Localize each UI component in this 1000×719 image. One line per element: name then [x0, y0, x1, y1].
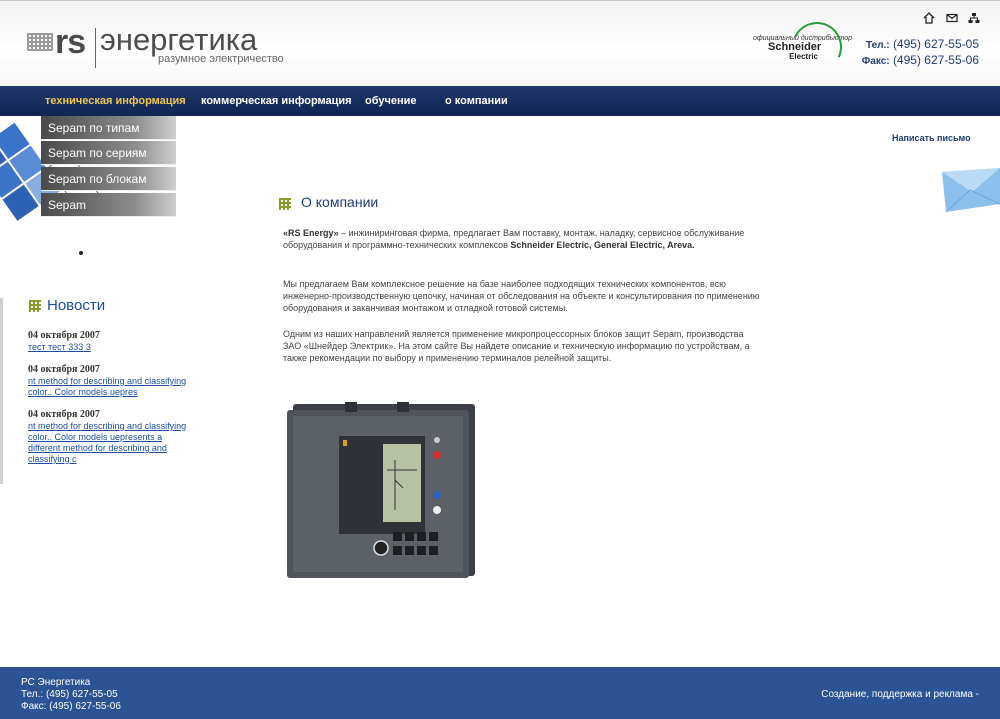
about-grid-icon — [279, 198, 291, 210]
sepam-device-image — [287, 402, 475, 578]
news-date: 04 октября 2007 — [28, 409, 100, 420]
sitemap-icon[interactable] — [968, 12, 980, 24]
news-grid-icon — [29, 300, 41, 312]
nav-commercial-info[interactable]: коммерческая информация — [201, 95, 352, 107]
news-link[interactable]: nt method for describing and classifying… — [28, 421, 188, 465]
footer-company: РС Энергетика — [21, 677, 91, 688]
left-rule — [0, 298, 3, 484]
submenu-sepam[interactable]: Sepam — [41, 193, 176, 217]
envelope-icon[interactable] — [942, 168, 1000, 212]
brand-line1: Schneider — [768, 41, 822, 53]
company-name: «RS Energy» — [283, 228, 339, 238]
about-title: О компании — [301, 194, 379, 210]
submenu-sepam-types[interactable]: Sepam по типам — [41, 116, 176, 140]
logo-tagline: разумное электричество — [158, 53, 284, 65]
fax-label: Факс: — [861, 56, 890, 67]
footer-credit-link[interactable]: Создание, поддержка и реклама - — [821, 689, 979, 700]
footer-fax: Факс: (495) 627-55-06 — [21, 701, 121, 712]
news-link[interactable]: nt method for describing and classifying… — [28, 376, 188, 398]
header-contacts: Тел.: (495) 627-55-05 Факс: (495) 627-55… — [862, 37, 979, 69]
home-icon[interactable] — [923, 12, 935, 24]
mail-icon[interactable] — [946, 12, 958, 24]
news-title: Новости — [47, 297, 106, 314]
phone-label: Тел.: — [865, 40, 890, 51]
nav-tech-info[interactable]: техническая информация — [45, 95, 186, 107]
about-paragraph-2: Мы предлагаем Вам комплексное решение на… — [283, 279, 760, 313]
news-date: 04 октября 2007 — [28, 330, 100, 341]
about-paragraph-1: «RS Energy» – инжиниринговая фирма, пред… — [283, 227, 763, 251]
header-fax: (495) 627-55-06 — [892, 53, 979, 67]
about-paragraph-3: Одним из наших направлений является прим… — [283, 329, 750, 363]
logo-grid-mark — [27, 33, 53, 51]
nav-about[interactable]: о компании — [445, 95, 508, 107]
p1-brands: Schneider Electric, General Electric, Ar… — [510, 240, 695, 250]
write-letter-link[interactable]: Написать письмо — [892, 133, 971, 143]
submenu-sepam-blocks[interactable]: Sepam по блокам — [41, 167, 176, 191]
news-link[interactable]: тест тест 333 3 — [28, 342, 188, 353]
header-phone: (495) 627-55-05 — [892, 37, 979, 51]
footer-phone: Тел.: (495) 627-55-05 — [21, 689, 118, 700]
schneider-logo[interactable]: Schneider Electric — [768, 41, 822, 62]
nav-training[interactable]: обучение — [365, 95, 417, 107]
news-date: 04 октября 2007 — [28, 364, 100, 375]
logo-divider — [95, 28, 96, 68]
logo-rs[interactable]: rs — [55, 23, 86, 62]
brand-line2: Electric — [789, 52, 818, 61]
submenu-sepam-series[interactable]: Sepam по сериям — [41, 141, 176, 165]
